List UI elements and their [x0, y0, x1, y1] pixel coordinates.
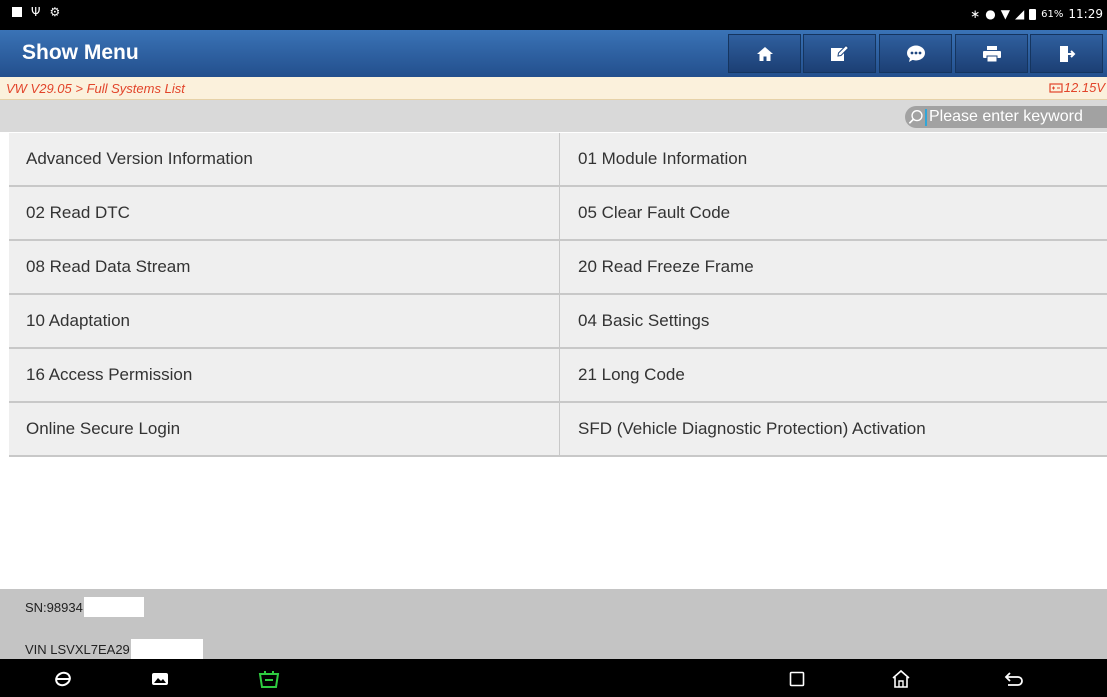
breadcrumb-path: VW V29.05 > Full Systems List: [6, 81, 185, 96]
exit-icon: [1059, 45, 1075, 62]
menu-item-access-permission[interactable]: 16 Access Permission: [9, 349, 560, 401]
menu-item-label: 04 Basic Settings: [578, 311, 710, 330]
battery-percent: 61%: [1041, 8, 1064, 20]
menu-item-clear-fault-code[interactable]: 05 Clear Fault Code: [560, 187, 1107, 239]
print-icon: [982, 45, 1001, 62]
browser-button[interactable]: [51, 667, 75, 691]
redaction-box: [130, 639, 203, 659]
dnd-icon: ●: [985, 7, 996, 21]
menu-item-label: 16 Access Permission: [26, 365, 193, 384]
chat-icon: [906, 45, 925, 62]
home-button[interactable]: [728, 34, 801, 73]
app-header: Show Menu: [0, 30, 1107, 77]
vci-connector-icon: [258, 671, 280, 688]
menu-item-adaptation[interactable]: 10 Adaptation: [9, 295, 560, 347]
report-button[interactable]: [803, 34, 876, 73]
menu-row: 10 Adaptation 04 Basic Settings: [9, 295, 1107, 349]
function-menu: Advanced Version Information 01 Module I…: [9, 133, 1107, 457]
menu-item-label: Advanced Version Information: [26, 149, 253, 168]
menu-item-read-data-stream[interactable]: 08 Read Data Stream: [9, 241, 560, 293]
menu-item-online-secure-login[interactable]: Online Secure Login: [9, 403, 560, 455]
breadcrumb: VW V29.05 > Full Systems List 12.15V: [0, 77, 1107, 100]
menu-row: 16 Access Permission 21 Long Code: [9, 349, 1107, 403]
serial-number-text: SN:98934: [25, 599, 83, 615]
gallery-icon: [152, 673, 168, 685]
usb-icon: Ψ: [31, 5, 41, 19]
status-bar: Ψ ⚙ ∗ ● ▼ ◢ 61% 11:29: [0, 0, 1107, 30]
recent-apps-button[interactable]: [785, 667, 809, 691]
car-battery-icon: [1049, 83, 1063, 93]
menu-item-long-code[interactable]: 21 Long Code: [560, 349, 1107, 401]
system-navigation-bar: [0, 659, 1107, 697]
battery-voltage: 12.15V: [1049, 80, 1105, 95]
browser-icon: [55, 671, 71, 687]
page-title: Show Menu: [22, 41, 139, 64]
menu-row: 02 Read DTC 05 Clear Fault Code: [9, 187, 1107, 241]
search-box[interactable]: [905, 106, 1107, 128]
menu-item-module-information[interactable]: 01 Module Information: [560, 133, 1107, 185]
wifi-icon: ▼: [1000, 7, 1010, 21]
search-bar: [0, 100, 1107, 132]
home-icon: [756, 46, 773, 61]
menu-item-label: 05 Clear Fault Code: [578, 203, 731, 222]
menu-item-label: 20 Read Freeze Frame: [578, 257, 754, 276]
back-button[interactable]: [1002, 667, 1026, 691]
menu-item-label: 02 Read DTC: [26, 203, 130, 222]
menu-item-label: SFD (Vehicle Diagnostic Protection) Acti…: [578, 419, 926, 438]
menu-row: Advanced Version Information 01 Module I…: [9, 133, 1107, 187]
vin-text: VIN LSVXL7EA29: [25, 641, 130, 657]
recent-apps-icon: [789, 671, 805, 687]
bluetooth-icon: ∗: [970, 7, 981, 21]
home-nav-button[interactable]: [889, 667, 913, 691]
clock: 11:29: [1068, 7, 1103, 21]
menu-item-basic-settings[interactable]: 04 Basic Settings: [560, 295, 1107, 347]
status-indicators: ∗ ● ▼ ◢ 61% 11:29: [970, 7, 1103, 21]
menu-row: 08 Read Data Stream 20 Read Freeze Frame: [9, 241, 1107, 295]
search-input[interactable]: [927, 108, 1107, 126]
menu-item-read-dtc[interactable]: 02 Read DTC: [9, 187, 560, 239]
menu-item-advanced-version-information[interactable]: Advanced Version Information: [9, 133, 560, 185]
feedback-button[interactable]: [879, 34, 952, 73]
menu-row: Online Secure Login SFD (Vehicle Diagnos…: [9, 403, 1107, 457]
gallery-notification-icon: [12, 7, 22, 17]
menu-item-label: 10 Adaptation: [26, 311, 130, 330]
edit-icon: [830, 44, 849, 61]
device-info-footer: SN:98934 VIN LSVXL7EA29: [0, 589, 1107, 659]
menu-item-label: Online Secure Login: [26, 419, 181, 438]
menu-item-read-freeze-frame[interactable]: 20 Read Freeze Frame: [560, 241, 1107, 293]
vin-number: VIN LSVXL7EA29: [25, 639, 203, 659]
status-notifications: Ψ ⚙: [12, 5, 60, 19]
back-icon: [1004, 672, 1023, 686]
signal-icon: ◢: [1014, 7, 1025, 21]
menu-item-label: 01 Module Information: [578, 149, 748, 168]
home-outline-icon: [892, 669, 910, 688]
redaction-box: [83, 597, 144, 617]
gallery-button[interactable]: [148, 667, 172, 691]
voltage-value: 12.15V: [1063, 80, 1105, 95]
settings-notification-icon: ⚙: [49, 5, 61, 19]
print-button[interactable]: [955, 34, 1028, 73]
menu-item-sfd-activation[interactable]: SFD (Vehicle Diagnostic Protection) Acti…: [560, 403, 1107, 455]
exit-button[interactable]: [1030, 34, 1103, 73]
search-icon: [908, 110, 923, 124]
battery-icon: [1029, 8, 1037, 20]
menu-item-label: 21 Long Code: [578, 365, 685, 384]
serial-number: SN:98934: [25, 597, 144, 617]
app-window: Ψ ⚙ ∗ ● ▼ ◢ 61% 11:29 Show Menu VW V29.0…: [0, 0, 1107, 697]
menu-item-label: 08 Read Data Stream: [26, 257, 191, 276]
vci-button[interactable]: [257, 667, 281, 691]
